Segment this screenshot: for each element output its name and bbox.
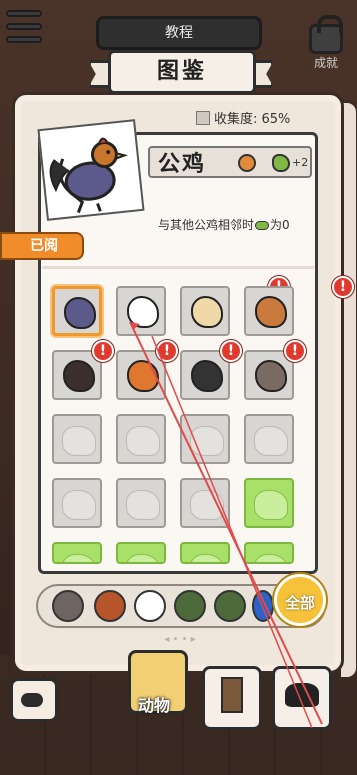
tutorial-pointer-line <box>129 321 323 729</box>
game-screen: 教程 成就 图鉴 收集度: 65% 公鸡 +2 与其他公鸡相邻时 为0 已阅 !… <box>0 0 357 775</box>
